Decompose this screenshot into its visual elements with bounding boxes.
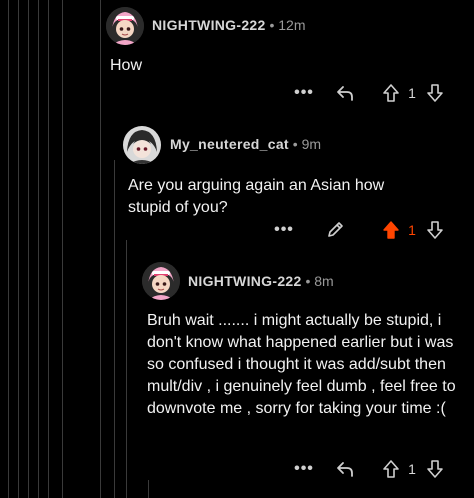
separator: • bbox=[292, 136, 298, 152]
upvote-arrow-icon[interactable] bbox=[379, 81, 403, 105]
comment-actions: ••• 1 bbox=[0, 81, 474, 105]
reply-arrow-icon[interactable] bbox=[333, 457, 357, 481]
pencil-icon[interactable] bbox=[323, 218, 347, 242]
comment-meta: My_neutered_cat • 9m bbox=[170, 136, 321, 152]
comment-meta: NIGHTWING-222 • 12m bbox=[152, 17, 306, 33]
more-options-button[interactable]: ••• bbox=[292, 81, 316, 105]
upvote-arrow-icon[interactable] bbox=[379, 218, 403, 242]
separator: • bbox=[269, 17, 275, 33]
downvote-arrow-icon[interactable] bbox=[423, 218, 447, 242]
timestamp: 8m bbox=[314, 273, 334, 289]
more-options-button[interactable]: ••• bbox=[292, 457, 316, 481]
pink-hair-avatar-icon[interactable] bbox=[106, 7, 144, 45]
thread-line bbox=[114, 160, 115, 498]
thread-line bbox=[38, 0, 39, 498]
thread-line bbox=[28, 0, 29, 498]
thread-line bbox=[100, 0, 101, 498]
thread-line bbox=[48, 0, 49, 498]
thread-line bbox=[148, 480, 149, 498]
vote-count: 1 bbox=[408, 461, 416, 477]
separator: • bbox=[305, 273, 311, 289]
downvote-arrow-icon[interactable] bbox=[423, 457, 447, 481]
comment-body: Are you arguing again an Asian how stupi… bbox=[128, 177, 385, 216]
comment-meta: NIGHTWING-222 • 8m bbox=[188, 273, 334, 289]
comment-body: Bruh wait ....... i might actually be st… bbox=[147, 312, 456, 417]
upvote-arrow-icon[interactable] bbox=[379, 457, 403, 481]
username[interactable]: NIGHTWING-222 bbox=[188, 273, 302, 289]
comment-body: How bbox=[110, 57, 143, 74]
timestamp: 12m bbox=[278, 17, 306, 33]
comment-actions: ••• 1 bbox=[0, 218, 474, 242]
thread-line bbox=[8, 0, 9, 498]
timestamp: 9m bbox=[301, 136, 322, 152]
thread-line bbox=[62, 0, 63, 498]
comment-actions: ••• 1 bbox=[0, 457, 474, 481]
thread-line bbox=[18, 0, 19, 498]
username[interactable]: My_neutered_cat bbox=[170, 136, 289, 152]
more-options-button[interactable]: ••• bbox=[272, 218, 296, 242]
dark-hair-avatar-icon[interactable] bbox=[123, 126, 161, 164]
downvote-arrow-icon[interactable] bbox=[423, 81, 447, 105]
pink-hair-avatar-icon[interactable] bbox=[142, 262, 180, 300]
username[interactable]: NIGHTWING-222 bbox=[152, 17, 266, 33]
vote-count: 1 bbox=[408, 222, 416, 238]
vote-count: 1 bbox=[408, 85, 416, 101]
reply-arrow-icon[interactable] bbox=[333, 81, 357, 105]
